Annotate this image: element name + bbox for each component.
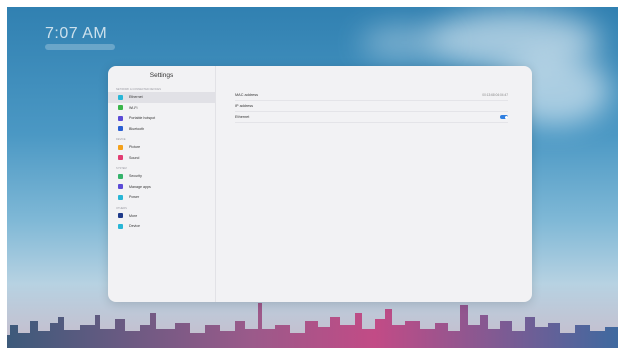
sidebar-item-ethernet[interactable]: Ethernet: [108, 92, 215, 103]
sidebar-list: NETWORK & CONNECTED DEVICES Ethernet Wi-Fi…: [108, 87, 215, 232]
sidebar-item-label: Ethernet: [129, 95, 143, 100]
sidebar-item-label: Device: [129, 224, 140, 229]
sidebar-item-manage-apps[interactable]: Manage apps: [108, 182, 215, 193]
mac-address-value: 00:13:68:04:04:47: [482, 93, 508, 97]
sidebar-item-label: Security: [129, 174, 142, 179]
settings-title: Settings: [149, 72, 174, 79]
picture-icon: [118, 144, 123, 150]
wifi-icon: [118, 105, 123, 111]
settings-sidebar: Settings NETWORK & CONNECTED DEVICES Ethe…: [108, 66, 216, 302]
ip-address-row: IP address: [235, 101, 508, 112]
ethernet-toggle-label: Ethernet: [235, 115, 250, 119]
ethernet-toggle[interactable]: [500, 115, 508, 119]
sidebar-item-sound[interactable]: Sound: [108, 153, 215, 164]
sidebar-item-label: Portable hotspot: [129, 116, 156, 121]
ip-address-label: IP address: [235, 104, 254, 108]
cloud-decoration: [360, 25, 450, 60]
power-icon: [118, 194, 123, 200]
apps-icon: [118, 184, 123, 190]
sidebar-item-wi-fi[interactable]: Wi-Fi: [108, 103, 215, 114]
hotspot-icon: [118, 115, 123, 121]
sidebar-item-label: Picture: [129, 145, 141, 150]
ethernet-toggle-row[interactable]: Ethernet: [235, 112, 508, 123]
sidebar-item-power[interactable]: Power: [108, 192, 215, 203]
city-skyline-wallpaper: [0, 303, 625, 355]
ethernet-icon: [118, 94, 123, 100]
sidebar-item-bluetooth[interactable]: Bluetooth: [108, 124, 215, 135]
sidebar-item-label: Manage apps: [129, 184, 151, 189]
clock-time: 7:07 AM: [45, 25, 108, 42]
sidebar-item-device[interactable]: Device: [108, 221, 215, 232]
sidebar-item-label: Power: [129, 195, 140, 200]
mac-address-label: MAC address: [235, 93, 259, 97]
date-text: [45, 44, 115, 50]
sidebar-item-label: More: [129, 213, 138, 218]
more-icon: [118, 213, 123, 219]
sidebar-item-label: Sound: [129, 155, 140, 160]
settings-panel: Settings NETWORK & CONNECTED DEVICES Ethe…: [108, 66, 532, 302]
sidebar-item-security[interactable]: Security: [108, 171, 215, 182]
ethernet-details: MAC address 00:13:68:04:04:47 IP address…: [235, 90, 508, 123]
sound-icon: [118, 155, 123, 161]
security-icon: [118, 173, 123, 179]
sidebar-item-label: Wi-Fi: [129, 105, 138, 110]
sidebar-item-picture[interactable]: Picture: [108, 142, 215, 153]
sidebar-item-label: Bluetooth: [129, 126, 145, 131]
bluetooth-icon: [118, 126, 123, 132]
sidebar-item-portable-hotspot[interactable]: Portable hotspot: [108, 113, 215, 124]
mac-address-row: MAC address 00:13:68:04:04:47: [235, 90, 508, 101]
sidebar-item-more[interactable]: More: [108, 211, 215, 222]
device-icon: [118, 223, 123, 229]
